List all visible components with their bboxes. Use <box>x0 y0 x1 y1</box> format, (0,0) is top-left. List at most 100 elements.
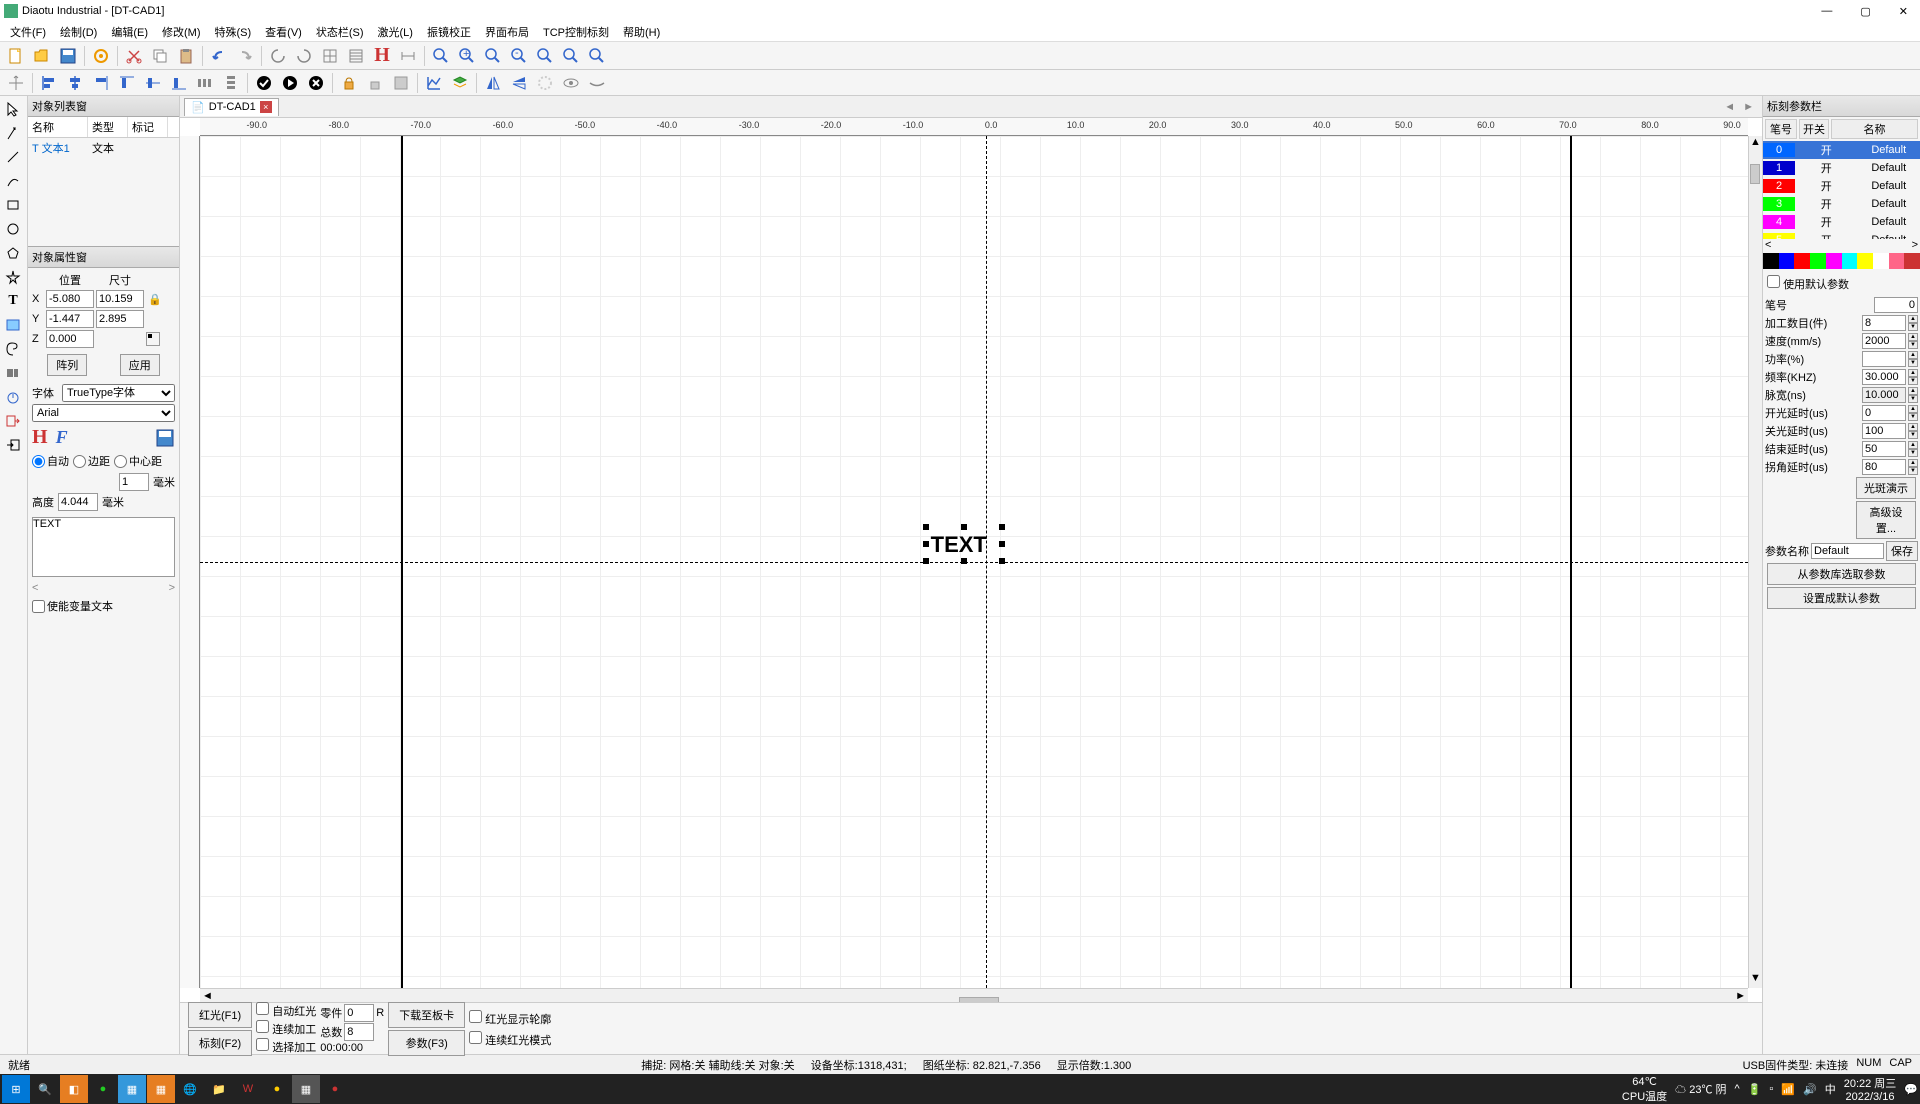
clock[interactable]: 20:22 周三 2022/3/16 <box>1844 1075 1897 1103</box>
task-app-5[interactable]: ● <box>263 1075 291 1103</box>
params-button[interactable]: 参数(F3) <box>388 1030 465 1056</box>
undo-button[interactable] <box>207 44 231 68</box>
scrollbar-vertical[interactable]: ▲ ▼ <box>1748 136 1762 988</box>
polygon-tool[interactable] <box>2 242 24 264</box>
handle-nw[interactable] <box>923 524 929 530</box>
notifications-icon[interactable]: 💬 <box>1904 1083 1918 1096</box>
advanced-button[interactable]: 高级设置... <box>1856 501 1916 539</box>
task-app-7[interactable]: ● <box>321 1075 349 1103</box>
corner-delay-input[interactable] <box>1862 459 1906 475</box>
reject-button[interactable] <box>304 71 328 95</box>
save-style-icon[interactable] <box>155 428 175 448</box>
set-default-button[interactable]: 设置成默认参数 <box>1767 587 1916 609</box>
color-swatch[interactable] <box>1842 253 1858 269</box>
radio-center[interactable]: 中心距 <box>114 453 162 469</box>
task-wechat[interactable]: ● <box>89 1075 117 1103</box>
select-proc-checkbox[interactable]: 选择加工 <box>256 1038 316 1055</box>
radio-edge[interactable]: 边距 <box>73 453 110 469</box>
star-tool[interactable] <box>2 266 24 288</box>
red-light-button[interactable]: 红光(F1) <box>188 1002 252 1028</box>
font-type-select[interactable]: TrueType字体 <box>62 384 175 402</box>
tray-wifi-icon[interactable]: 📶 <box>1781 1083 1795 1096</box>
import-tool[interactable] <box>2 434 24 456</box>
node-tool[interactable] <box>2 122 24 144</box>
tray-volume-icon[interactable]: 🔊 <box>1803 1083 1817 1096</box>
cut-button[interactable] <box>122 44 146 68</box>
snap-grid-button[interactable] <box>318 44 342 68</box>
mark-button[interactable]: 标刻(F2) <box>188 1030 252 1056</box>
handle-n[interactable] <box>961 524 967 530</box>
move-tool-button[interactable] <box>4 71 28 95</box>
document-tab[interactable]: 📄 DT-CAD1 × <box>184 98 279 116</box>
color-swatch[interactable] <box>1826 253 1842 269</box>
menu-laser[interactable]: 激光(L) <box>372 22 419 42</box>
apply-button[interactable]: 应用 <box>120 354 160 376</box>
pen-list[interactable]: 0开Default1开Default2开Default3开Default4开De… <box>1763 141 1920 239</box>
maximize-button[interactable]: ▢ <box>1852 5 1878 18</box>
minimize-button[interactable]: — <box>1813 5 1840 18</box>
zoom-all-button[interactable] <box>559 44 583 68</box>
color-swatch[interactable] <box>1763 253 1779 269</box>
color-swatch[interactable] <box>1794 253 1810 269</box>
rect-tool[interactable] <box>2 194 24 216</box>
text-tool-button[interactable]: H <box>370 44 394 68</box>
end-delay-input[interactable] <box>1862 441 1906 457</box>
zoom-selection-button[interactable] <box>533 44 557 68</box>
download-button[interactable]: 下载至板卡 <box>388 1002 465 1028</box>
scrollbar-horizontal[interactable]: ◄ ► <box>200 988 1748 1002</box>
power-input[interactable] <box>1862 351 1906 367</box>
hatch-button[interactable] <box>344 44 368 68</box>
task-edge[interactable]: 🌐 <box>176 1075 204 1103</box>
handle-se[interactable] <box>999 558 1005 564</box>
pen-row[interactable]: 4开Default <box>1763 213 1920 231</box>
h-input[interactable] <box>96 310 144 328</box>
on-delay-spin[interactable]: ▲▼ <box>1908 405 1918 421</box>
start-button[interactable]: ⊞ <box>2 1075 30 1103</box>
preview-button[interactable] <box>559 71 583 95</box>
align-bottom-button[interactable] <box>167 71 191 95</box>
menu-draw[interactable]: 绘制(D) <box>54 22 103 42</box>
layers-button[interactable] <box>448 71 472 95</box>
task-app-6[interactable]: ▦ <box>292 1075 320 1103</box>
chart-button[interactable] <box>422 71 446 95</box>
tray-app-icon[interactable]: ▫ <box>1769 1083 1773 1095</box>
array-button[interactable]: 阵列 <box>47 354 87 376</box>
handle-w[interactable] <box>923 541 929 547</box>
canvas[interactable]: TEXT <box>200 136 1748 988</box>
color-palette[interactable] <box>1763 253 1920 269</box>
continuous-checkbox[interactable]: 连续加工 <box>256 1020 316 1037</box>
exit-tool[interactable] <box>2 410 24 432</box>
color-swatch[interactable] <box>1889 253 1905 269</box>
menu-file[interactable]: 文件(F) <box>4 22 52 42</box>
align-left-button[interactable] <box>37 71 61 95</box>
tray-ime-icon[interactable]: 中 <box>1825 1081 1836 1097</box>
on-delay-input[interactable] <box>1862 405 1906 421</box>
handle-sw[interactable] <box>923 558 929 564</box>
visible-toggle-button[interactable] <box>533 71 557 95</box>
zoom-extents-button[interactable] <box>585 44 609 68</box>
new-button[interactable] <box>4 44 28 68</box>
timer-tool[interactable] <box>2 386 24 408</box>
f-style-icon[interactable]: F <box>56 427 68 448</box>
from-lib-button[interactable]: 从参数库选取参数 <box>1767 563 1916 585</box>
settings-button[interactable] <box>89 44 113 68</box>
tray-up-icon[interactable]: ^ <box>1735 1083 1740 1095</box>
menu-help[interactable]: 帮助(H) <box>617 22 666 42</box>
pen-row[interactable]: 1开Default <box>1763 159 1920 177</box>
color-swatch[interactable] <box>1857 253 1873 269</box>
anchor-picker[interactable] <box>146 332 160 346</box>
color-swatch[interactable] <box>1779 253 1795 269</box>
align-top-button[interactable] <box>115 71 139 95</box>
menu-tcp[interactable]: TCP控制标刻 <box>537 22 615 42</box>
rotate-ccw-button[interactable] <box>266 44 290 68</box>
x-input[interactable] <box>46 290 94 308</box>
close-button[interactable]: ✕ <box>1891 5 1916 18</box>
handle-s[interactable] <box>961 558 967 564</box>
task-app-1[interactable]: ◧ <box>60 1075 88 1103</box>
spacing-input[interactable] <box>119 473 149 491</box>
accept-button[interactable] <box>252 71 276 95</box>
w-input[interactable] <box>96 290 144 308</box>
zoom-out-button[interactable]: - <box>507 44 531 68</box>
cont-red-checkbox[interactable]: 连续红光模式 <box>469 1031 551 1048</box>
corner-delay-spin[interactable]: ▲▼ <box>1908 459 1918 475</box>
